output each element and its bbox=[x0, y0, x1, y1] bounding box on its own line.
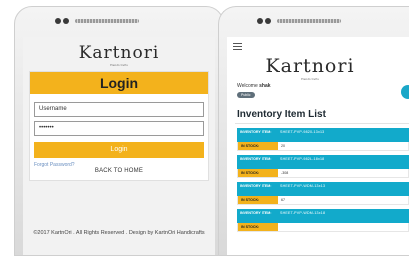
phone-frame-inventory: Kartnori Handicrafts Welcome shak Public… bbox=[218, 6, 409, 256]
speaker-grille bbox=[277, 19, 341, 23]
list-item[interactable]: INVENTORY ITEM: SHEET-PVP-WDM-13x13 IN S… bbox=[237, 182, 409, 205]
inventory-list: INVENTORY ITEM: SHEET-PVP-9820-13x13 IN … bbox=[237, 128, 409, 236]
logo-tagline: Handicrafts bbox=[110, 63, 128, 67]
item-label: INVENTORY ITEM: bbox=[240, 211, 272, 215]
phone-frame-login: Kartnori Handicrafts Login Username ••••… bbox=[14, 6, 224, 256]
list-item[interactable]: INVENTORY ITEM: SHEET-PVP-WDM-13x18 IN S… bbox=[237, 209, 409, 232]
menu-icon[interactable] bbox=[233, 43, 242, 52]
copyright-footer: ©2017 KartnOri . All Rights Reserved . D… bbox=[33, 230, 205, 236]
list-item[interactable]: INVENTORY ITEM: SHEET-PVP-9820-13x13 IN … bbox=[237, 128, 409, 151]
stock-value: -308 bbox=[281, 171, 289, 175]
item-label: INVENTORY ITEM: bbox=[240, 130, 272, 134]
login-button[interactable]: Login bbox=[34, 142, 204, 158]
logo-text: Kartnori bbox=[78, 43, 160, 63]
back-to-home-link[interactable]: BACK TO HOME bbox=[34, 168, 204, 174]
username-field[interactable]: Username bbox=[34, 102, 204, 117]
welcome-text: Welcome shak bbox=[237, 83, 271, 89]
stock-value bbox=[278, 223, 408, 231]
camera-dot bbox=[257, 18, 263, 24]
speaker-grille bbox=[75, 19, 139, 23]
welcome-username: shak bbox=[259, 83, 271, 89]
sensor-dot bbox=[265, 18, 271, 24]
stock-value: 20 bbox=[281, 144, 285, 148]
stock-label: IN STOCK: bbox=[238, 196, 278, 204]
item-name: SHEET-PVP-982L-18x18 bbox=[280, 157, 325, 161]
camera-dot bbox=[55, 18, 61, 24]
page-title: Inventory Item List bbox=[237, 109, 326, 120]
password-field[interactable]: ••••••• bbox=[34, 121, 204, 136]
stock-value: 67 bbox=[281, 198, 285, 202]
logo-text: Kartnori bbox=[265, 55, 355, 77]
inventory-screen: Kartnori Handicrafts Welcome shak Public… bbox=[227, 37, 409, 255]
item-label: INVENTORY ITEM: bbox=[240, 157, 272, 161]
login-title: Login bbox=[30, 72, 208, 94]
kartnori-logo: Kartnori Handicrafts bbox=[235, 55, 385, 81]
sensor-dot bbox=[63, 18, 69, 24]
item-name: SHEET-PVP-9820-13x13 bbox=[280, 130, 325, 134]
kartnori-logo: Kartnori Handicrafts bbox=[23, 43, 215, 67]
role-badge: Public bbox=[237, 92, 255, 98]
divider bbox=[235, 123, 409, 124]
item-label: INVENTORY ITEM: bbox=[240, 184, 272, 188]
item-name: SHEET-PVP-WDM-13x13 bbox=[280, 184, 326, 188]
logo-tagline: Handicrafts bbox=[301, 77, 319, 81]
stock-label: IN STOCK: bbox=[238, 142, 278, 150]
login-screen: Kartnori Handicrafts Login Username ••••… bbox=[23, 37, 215, 255]
list-item[interactable]: INVENTORY ITEM: SHEET-PVP-982L-18x18 IN … bbox=[237, 155, 409, 178]
item-name: SHEET-PVP-WDM-13x18 bbox=[280, 211, 326, 215]
action-fab-icon[interactable] bbox=[401, 85, 409, 99]
login-card: Login Username ••••••• Login Forgot Pass… bbox=[29, 71, 209, 181]
stock-label: IN STOCK: bbox=[238, 169, 278, 177]
stock-label: IN STOCK: bbox=[238, 223, 278, 231]
welcome-prefix: Welcome bbox=[237, 83, 258, 89]
